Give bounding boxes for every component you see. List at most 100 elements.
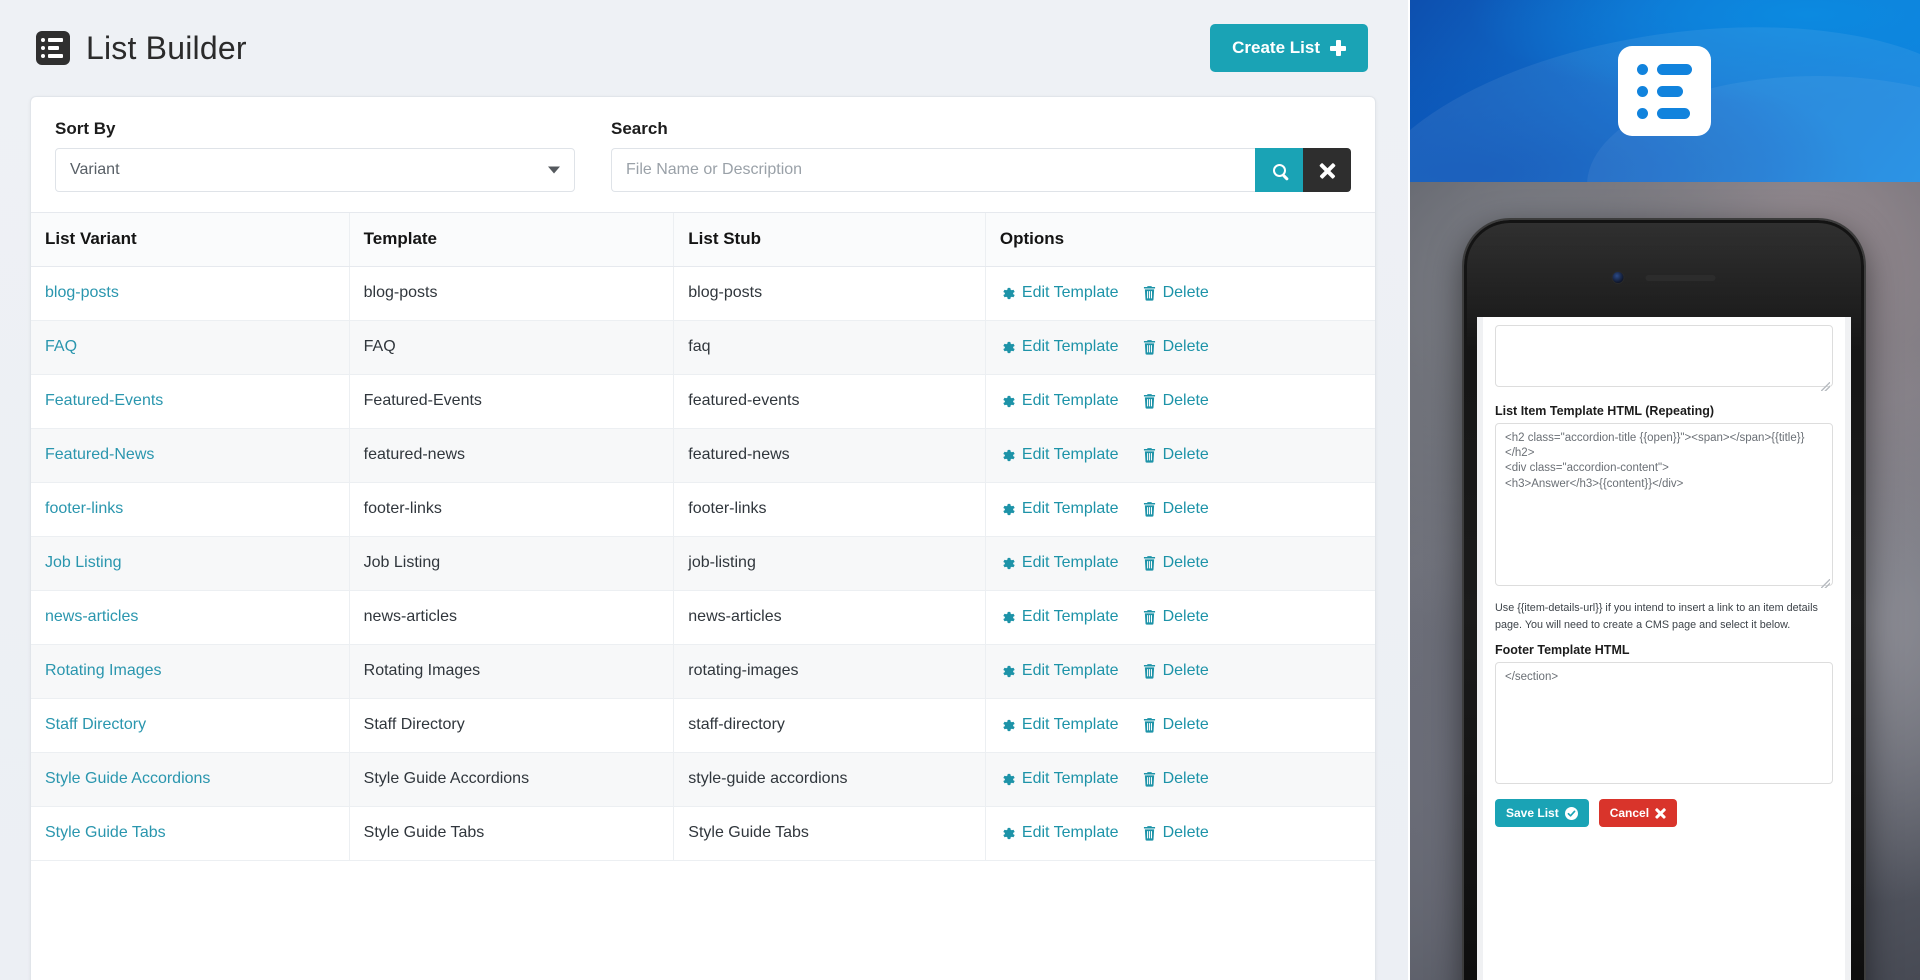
- edit-template-label: Edit Template: [1021, 284, 1119, 301]
- delete-button[interactable]: Delete: [1143, 446, 1209, 464]
- edit-template-button[interactable]: Edit Template: [1000, 662, 1119, 680]
- cell-options: Edit Template Delete: [985, 644, 1375, 699]
- search-input[interactable]: [611, 148, 1255, 192]
- delete-label: Delete: [1162, 392, 1209, 409]
- trash-icon: [1143, 717, 1155, 733]
- edit-template-label: Edit Template: [1021, 770, 1119, 787]
- delete-button[interactable]: Delete: [1143, 608, 1209, 626]
- trash-icon: [1143, 447, 1155, 463]
- cell-list-stub: rotating-images: [673, 644, 986, 699]
- clear-search-button[interactable]: [1303, 148, 1351, 192]
- edit-template-button[interactable]: Edit Template: [1000, 284, 1119, 302]
- edit-template-button[interactable]: Edit Template: [1000, 608, 1119, 626]
- cell-template: Style Guide Accordions: [349, 752, 675, 807]
- cell-list-variant: Style Guide Accordions: [31, 752, 350, 807]
- search-group: Search: [611, 119, 1351, 192]
- gear-icon: [1003, 287, 1015, 299]
- cell-template: Rotating Images: [349, 644, 675, 699]
- delete-button[interactable]: Delete: [1143, 824, 1209, 842]
- list-variant-link[interactable]: footer-links: [45, 500, 123, 517]
- trash-icon: [1143, 771, 1155, 787]
- item-template-field-wrap: [1495, 423, 1833, 591]
- gear-icon: [1003, 503, 1015, 515]
- cell-list-stub: faq: [673, 320, 986, 375]
- list-variant-link[interactable]: Style Guide Accordions: [45, 770, 210, 787]
- trash-icon: [1143, 339, 1155, 355]
- list-variant-link[interactable]: Rotating Images: [45, 662, 162, 679]
- list-variant-link[interactable]: Job Listing: [45, 554, 122, 571]
- footer-template-textarea[interactable]: [1495, 662, 1833, 785]
- list-variant-link[interactable]: news-articles: [45, 608, 138, 625]
- page-header: List Builder Create List: [0, 0, 1408, 96]
- delete-button[interactable]: Delete: [1143, 770, 1209, 788]
- delete-button[interactable]: Delete: [1143, 716, 1209, 734]
- list-icon: [36, 31, 70, 65]
- check-circle-icon: [1564, 806, 1578, 820]
- phone-screen: List Item Template HTML (Repeating) Use …: [1477, 317, 1851, 980]
- trash-icon: [1143, 663, 1155, 679]
- save-list-button[interactable]: Save List: [1495, 799, 1589, 828]
- cell-options: Edit Template Delete: [985, 482, 1375, 537]
- edit-template-button[interactable]: Edit Template: [1000, 338, 1119, 356]
- column-header-list-variant: List Variant: [31, 213, 350, 267]
- gear-icon: [1003, 827, 1015, 839]
- delete-button[interactable]: Delete: [1143, 554, 1209, 572]
- sort-by-select[interactable]: Variant: [55, 148, 575, 192]
- cell-options: Edit Template Delete: [985, 698, 1375, 753]
- list-variant-link[interactable]: Staff Directory: [45, 716, 146, 733]
- cell-list-stub: Style Guide Tabs: [673, 806, 986, 861]
- edit-template-button[interactable]: Edit Template: [1000, 824, 1119, 842]
- edit-template-label: Edit Template: [1021, 716, 1119, 733]
- edit-template-button[interactable]: Edit Template: [1000, 770, 1119, 788]
- table-row: news-articles news-articles news-articles E…: [31, 590, 1375, 645]
- header-template-field-wrap: [1495, 325, 1833, 394]
- create-list-button[interactable]: Create List: [1210, 24, 1368, 72]
- edit-template-button[interactable]: Edit Template: [1000, 716, 1119, 734]
- delete-button[interactable]: Delete: [1143, 284, 1209, 302]
- delete-label: Delete: [1162, 554, 1209, 571]
- cell-template: Style Guide Tabs: [349, 806, 675, 861]
- plus-icon: [1330, 40, 1346, 56]
- close-icon: [1655, 808, 1666, 819]
- list-variant-link[interactable]: FAQ: [45, 338, 77, 355]
- edit-template-button[interactable]: Edit Template: [1000, 554, 1119, 572]
- item-template-label: List Item Template HTML (Repeating): [1495, 404, 1715, 418]
- delete-label: Delete: [1162, 284, 1209, 301]
- cell-list-stub: job-listing: [673, 536, 986, 591]
- cell-options: Edit Template Delete: [985, 806, 1375, 861]
- cell-list-stub: featured-events: [673, 374, 986, 429]
- gear-icon: [1003, 665, 1015, 677]
- delete-button[interactable]: Delete: [1143, 392, 1209, 410]
- edit-template-button[interactable]: Edit Template: [1000, 392, 1119, 410]
- cell-options: Edit Template Delete: [985, 320, 1375, 375]
- table-row: Featured-News featured-news featured-news E…: [31, 428, 1375, 483]
- delete-button[interactable]: Delete: [1143, 662, 1209, 680]
- header-template-textarea[interactable]: [1495, 325, 1833, 387]
- cell-template: Job Listing: [349, 536, 675, 591]
- preview-panel: List Item Template HTML (Repeating) Use …: [1408, 0, 1920, 980]
- delete-button[interactable]: Delete: [1143, 500, 1209, 518]
- cell-options: Edit Template Delete: [985, 752, 1375, 807]
- list-variant-link[interactable]: Style Guide Tabs: [45, 824, 166, 841]
- edit-template-button[interactable]: Edit Template: [1000, 446, 1119, 464]
- list-variant-link[interactable]: Featured-News: [45, 446, 154, 463]
- cell-list-variant: Style Guide Tabs: [31, 806, 350, 861]
- item-template-textarea[interactable]: [1495, 423, 1833, 586]
- cancel-button[interactable]: Cancel: [1598, 799, 1678, 828]
- cancel-label: Cancel: [1609, 806, 1650, 821]
- list-variant-link[interactable]: blog-posts: [45, 284, 119, 301]
- item-template-help-text: Use {{item-details-url}} if you intend t…: [1495, 602, 1818, 631]
- lists-table: List Variant Template List Stub Options …: [31, 213, 1375, 861]
- search-button[interactable]: [1255, 148, 1303, 192]
- edit-template-button[interactable]: Edit Template: [1000, 500, 1119, 518]
- cell-template: footer-links: [349, 482, 675, 537]
- table-row: Featured-Events Featured-Events featured-e…: [31, 374, 1375, 429]
- list-variant-link[interactable]: Featured-Events: [45, 392, 163, 409]
- footer-template-label: Footer Template HTML: [1495, 643, 1630, 658]
- cell-template: Featured-Events: [349, 374, 675, 429]
- edit-template-label: Edit Template: [1021, 392, 1119, 409]
- delete-button[interactable]: Delete: [1143, 338, 1209, 356]
- app-root: List Builder Create List Sort By Variant…: [0, 0, 1920, 980]
- cell-list-variant: blog-posts: [31, 266, 350, 321]
- speaker-grille: [1645, 274, 1716, 281]
